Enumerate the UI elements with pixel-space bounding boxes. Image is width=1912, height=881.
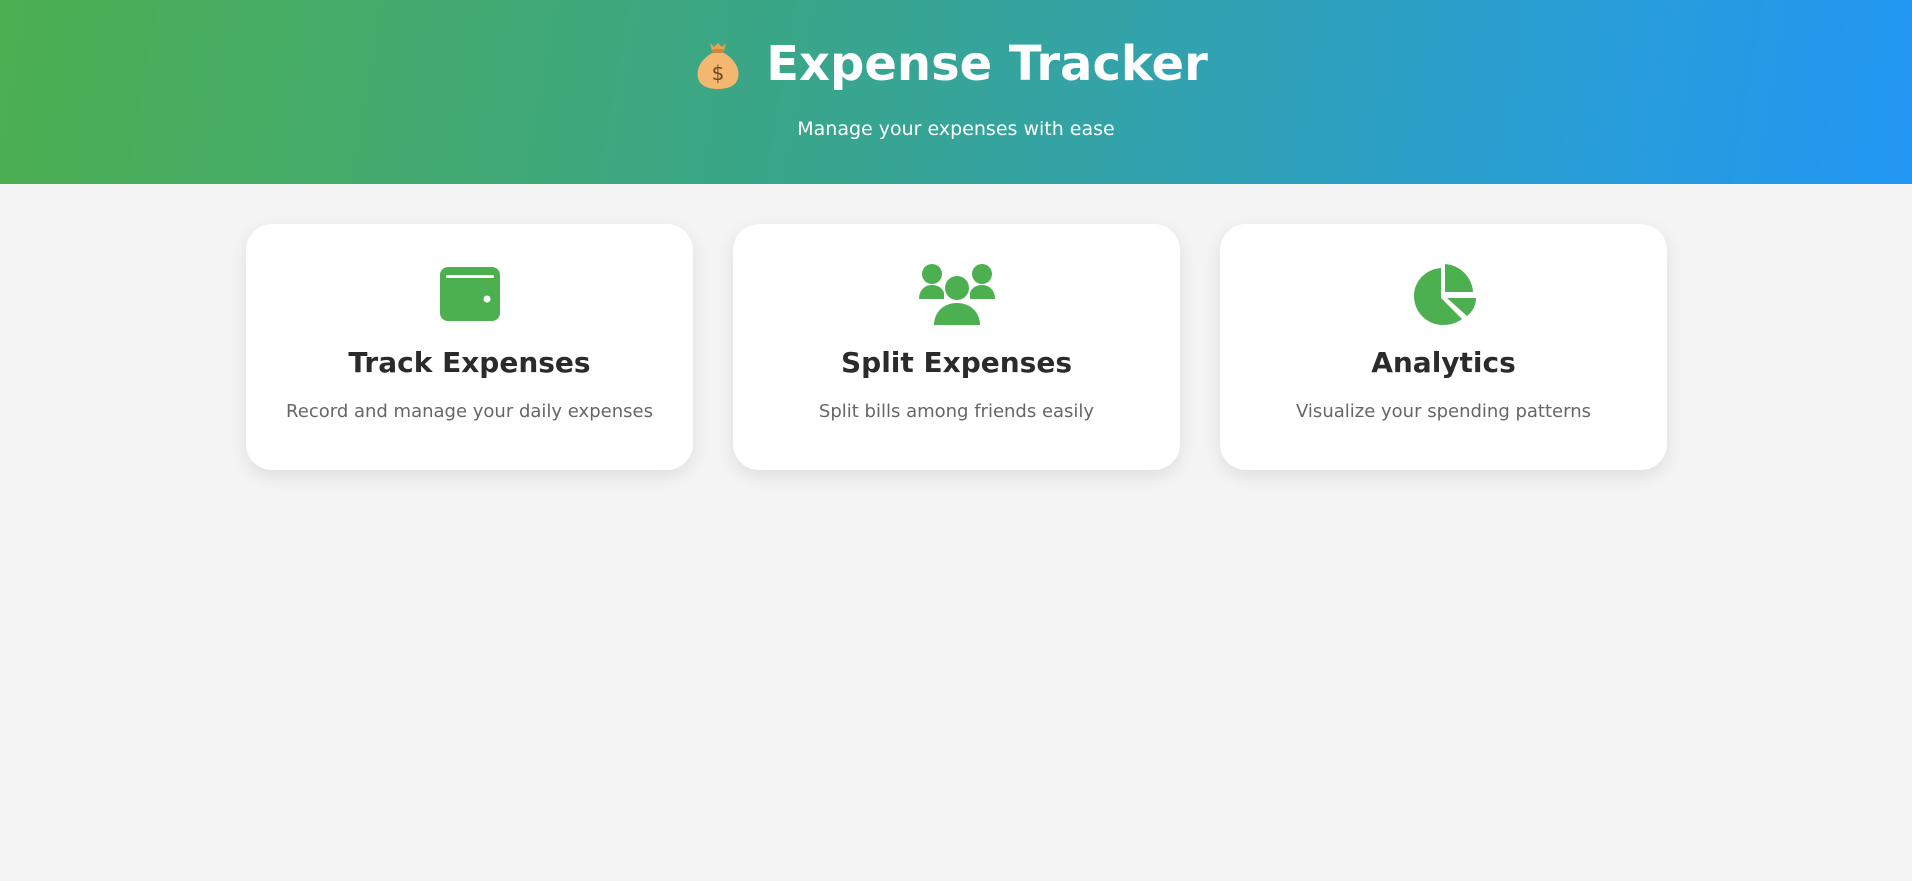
pie-chart-icon bbox=[1404, 262, 1484, 326]
page-title: Expense Tracker bbox=[766, 36, 1208, 92]
users-icon bbox=[917, 262, 997, 326]
page-subtitle: Manage your expenses with ease bbox=[797, 118, 1115, 140]
card-description: Visualize your spending patterns bbox=[1296, 401, 1591, 422]
title-row: $ Expense Tracker bbox=[0, 36, 1912, 92]
svg-text:$: $ bbox=[712, 61, 725, 85]
split-expenses-card[interactable]: Split Expenses Split bills among friends… bbox=[733, 224, 1180, 470]
app-header: $ Expense Tracker Manage your expenses w… bbox=[0, 0, 1912, 184]
card-title: Analytics bbox=[1371, 346, 1516, 379]
feature-cards: Track Expenses Record and manage your da… bbox=[246, 224, 1667, 470]
wallet-icon bbox=[430, 262, 510, 326]
card-title: Split Expenses bbox=[840, 346, 1072, 379]
analytics-card[interactable]: Analytics Visualize your spending patter… bbox=[1220, 224, 1667, 470]
card-title: Track Expenses bbox=[348, 346, 591, 379]
track-expenses-card[interactable]: Track Expenses Record and manage your da… bbox=[246, 224, 693, 470]
card-description: Record and manage your daily expenses bbox=[286, 401, 653, 422]
money-bag-icon: $ bbox=[697, 43, 739, 89]
card-description: Split bills among friends easily bbox=[818, 401, 1095, 422]
